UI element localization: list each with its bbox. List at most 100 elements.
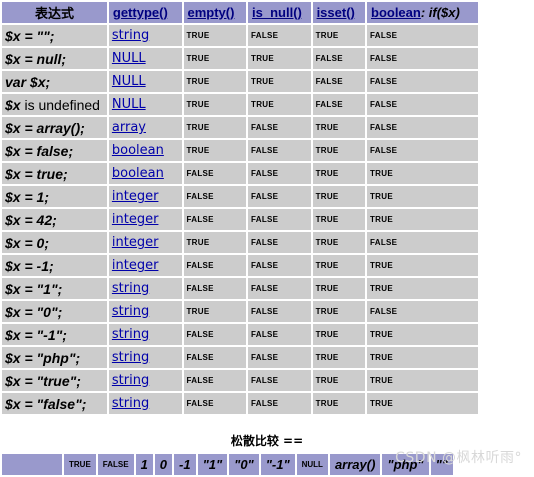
is-null-value: FALSE xyxy=(248,25,311,46)
expression-cell: $x = false; xyxy=(2,140,107,161)
bool-value: FALSE xyxy=(367,140,478,161)
expression-cell: var $x; xyxy=(2,71,107,92)
bool-value: FALSE xyxy=(367,48,478,69)
isset-value: FALSE xyxy=(312,71,365,92)
is-null-value: FALSE xyxy=(248,117,311,138)
empty-value: TRUE xyxy=(183,301,247,322)
expression-cell: $x = "php"; xyxy=(2,347,107,368)
table-row: $x = null; NULL TRUE TRUE FALSE FALSE xyxy=(2,48,478,69)
loose-header-cell: "1" xyxy=(197,454,228,475)
isset-value: TRUE xyxy=(312,393,365,414)
type-link[interactable]: string xyxy=(108,347,182,368)
isset-value: FALSE xyxy=(312,94,365,115)
isset-value: TRUE xyxy=(312,232,365,253)
empty-value: TRUE xyxy=(183,25,247,46)
table-row: $x = false; boolean TRUE FALSE TRUE FALSE xyxy=(2,140,478,161)
isset-value: TRUE xyxy=(312,370,365,391)
is-null-value: FALSE xyxy=(248,163,311,184)
empty-value: TRUE xyxy=(183,94,247,115)
isset-value: TRUE xyxy=(312,140,365,161)
empty-value: FALSE xyxy=(183,255,247,276)
empty-value: FALSE xyxy=(183,324,247,345)
empty-value: TRUE xyxy=(183,117,247,138)
empty-value: FALSE xyxy=(183,163,247,184)
type-comparison-table: 表达式 gettype() empty() is_null() isset() … xyxy=(0,0,480,416)
type-link[interactable]: integer xyxy=(108,255,182,276)
bool-value: TRUE xyxy=(367,347,478,368)
expression-cell: $x = 42; xyxy=(2,209,107,230)
expression-cell: $x = ""; xyxy=(2,25,107,46)
header-empty[interactable]: empty() xyxy=(183,2,247,23)
loose-header-cell: FALSE xyxy=(97,454,134,475)
empty-value: FALSE xyxy=(183,186,247,207)
type-link[interactable]: boolean xyxy=(108,163,182,184)
type-link[interactable]: integer xyxy=(108,232,182,253)
expression-cell: $x = array(); xyxy=(2,117,107,138)
isset-value: TRUE xyxy=(312,186,365,207)
empty-value: TRUE xyxy=(183,71,247,92)
type-link[interactable]: NULL xyxy=(108,48,182,69)
table-row: $x = "0"; string TRUE FALSE TRUE FALSE xyxy=(2,301,478,322)
expression-cell: $x = "1"; xyxy=(2,278,107,299)
is-null-value: FALSE xyxy=(248,301,311,322)
loose-header-cell: TRUE xyxy=(64,454,96,475)
expression-cell: $x = "-1"; xyxy=(2,324,107,345)
loose-header-blank xyxy=(2,454,62,475)
isset-value: TRUE xyxy=(312,25,365,46)
is-null-value: FALSE xyxy=(248,186,311,207)
empty-value: FALSE xyxy=(183,347,247,368)
type-link[interactable]: string xyxy=(108,25,182,46)
watermark: CSDN @枫林听雨° xyxy=(395,450,522,466)
bool-value: FALSE xyxy=(367,117,478,138)
expression-cell: $x = 0; xyxy=(2,232,107,253)
loose-header-cell: 0 xyxy=(154,454,173,475)
isset-value: TRUE xyxy=(312,255,365,276)
table-row: $x = true; boolean FALSE FALSE TRUE TRUE xyxy=(2,163,478,184)
table-row: $x = 0; integer TRUE FALSE TRUE FALSE xyxy=(2,232,478,253)
header-is-null[interactable]: is_null() xyxy=(248,2,311,23)
bool-value: TRUE xyxy=(367,209,478,230)
header-row: 表达式 gettype() empty() is_null() isset() … xyxy=(2,2,478,23)
table-row: $x is undefined NULL TRUE TRUE FALSE FALSE xyxy=(2,94,478,115)
expression-cell: $x = null; xyxy=(2,48,107,69)
table-row: $x = 42; integer FALSE FALSE TRUE TRUE xyxy=(2,209,478,230)
bool-value: FALSE xyxy=(367,94,478,115)
is-null-value: FALSE xyxy=(248,324,311,345)
bool-value: TRUE xyxy=(367,278,478,299)
is-null-value: FALSE xyxy=(248,209,311,230)
table-row: $x = ""; string TRUE FALSE TRUE FALSE xyxy=(2,25,478,46)
type-link[interactable]: string xyxy=(108,278,182,299)
isset-value: TRUE xyxy=(312,301,365,322)
type-link[interactable]: string xyxy=(108,301,182,322)
bool-value: TRUE xyxy=(367,324,478,345)
bool-value: TRUE xyxy=(367,186,478,207)
type-link[interactable]: integer xyxy=(108,186,182,207)
isset-value: TRUE xyxy=(312,163,365,184)
expression-cell: $x = 1; xyxy=(2,186,107,207)
is-null-value: FALSE xyxy=(248,347,311,368)
type-link[interactable]: NULL xyxy=(108,71,182,92)
type-link[interactable]: string xyxy=(108,393,182,414)
expression-cell: $x = true; xyxy=(2,163,107,184)
is-null-value: FALSE xyxy=(248,255,311,276)
type-link[interactable]: NULL xyxy=(108,94,182,115)
type-link[interactable]: string xyxy=(108,324,182,345)
header-isset[interactable]: isset() xyxy=(312,2,365,23)
bool-value: TRUE xyxy=(367,255,478,276)
type-link[interactable]: boolean xyxy=(108,140,182,161)
type-link[interactable]: string xyxy=(108,370,182,391)
header-gettype[interactable]: gettype() xyxy=(108,2,182,23)
loose-header-cell: "-1" xyxy=(260,454,295,475)
is-null-value: TRUE xyxy=(248,71,311,92)
loose-header-cell: array() xyxy=(329,454,381,475)
table-row: $x = "true"; string FALSE FALSE TRUE TRUE xyxy=(2,370,478,391)
type-link[interactable]: array xyxy=(108,117,182,138)
expression-cell: $x = "0"; xyxy=(2,301,107,322)
expression-cell: $x is undefined xyxy=(2,94,107,115)
type-link[interactable]: integer xyxy=(108,209,182,230)
is-null-value: TRUE xyxy=(248,94,311,115)
empty-value: FALSE xyxy=(183,278,247,299)
bool-value: TRUE xyxy=(367,370,478,391)
header-boolean-if[interactable]: boolean: if($x) xyxy=(367,2,478,23)
empty-value: FALSE xyxy=(183,209,247,230)
